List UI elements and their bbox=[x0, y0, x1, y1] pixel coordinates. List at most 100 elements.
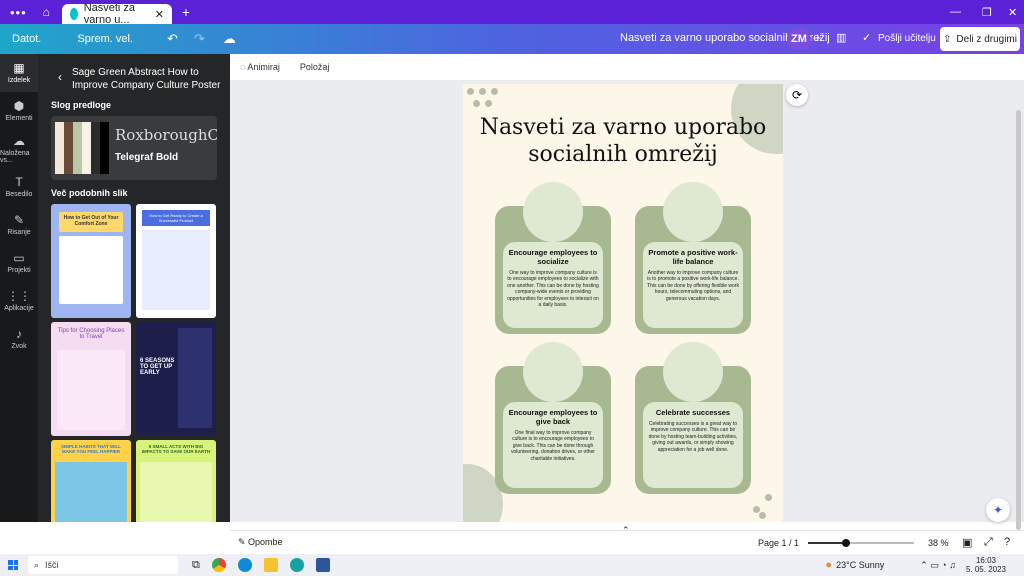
cloud-save-icon[interactable]: ☁ bbox=[223, 31, 236, 47]
animate-button[interactable]: ◌ Animiraj bbox=[240, 62, 280, 72]
zoom-slider[interactable] bbox=[808, 539, 914, 547]
template-thumbnail[interactable]: 5 SMALL ACTS WITH BIG IMPACTS TO SAVE OU… bbox=[136, 440, 216, 522]
color-swatch bbox=[73, 122, 82, 174]
poster-card[interactable]: Encourage employees to give back One fin… bbox=[495, 342, 611, 494]
scrollbar[interactable] bbox=[1016, 110, 1021, 530]
send-teacher-button[interactable]: Pošlji učitelju bbox=[878, 33, 936, 44]
help-icon[interactable]: ? bbox=[1004, 536, 1010, 548]
rail-item-apps[interactable]: ⋮⋮ Aplikacije bbox=[0, 282, 38, 320]
file-menu[interactable]: Datot. bbox=[0, 33, 53, 45]
notes-button[interactable]: ✎ Opombe bbox=[238, 537, 283, 548]
windows-start-icon[interactable] bbox=[8, 560, 18, 570]
poster-card[interactable]: Promote a positive work-life balance Ano… bbox=[635, 182, 751, 334]
rail-item-projects[interactable]: ▭ Projekti bbox=[0, 244, 38, 282]
share-icon: ⇪ bbox=[943, 33, 952, 45]
window-close-icon[interactable]: ✕ bbox=[1008, 6, 1017, 19]
animate-label: Animiraj bbox=[247, 62, 280, 72]
clock-date: 5. 05. 2023 bbox=[965, 565, 1006, 574]
rail-item-elements[interactable]: ⬢ Elementi bbox=[0, 92, 38, 130]
music-icon: ♪ bbox=[16, 327, 22, 341]
card-inner: Celebrate successes Celebrating successe… bbox=[643, 402, 743, 488]
task-view-icon[interactable]: ⧉ bbox=[192, 559, 200, 572]
weather-text[interactable]: 23°C Sunny bbox=[836, 560, 884, 570]
redo-icon[interactable]: ↷ bbox=[194, 31, 205, 47]
page-indicator[interactable]: Page 1 / 1 bbox=[758, 538, 799, 548]
card-heading: Celebrate successes bbox=[655, 408, 731, 417]
template-thumbnail[interactable]: 6 SEASONS TO GET UP EARLY bbox=[136, 322, 216, 436]
card-body: One final way to improve company culture… bbox=[511, 430, 595, 462]
template-thumbnail[interactable]: Tips for Choosing Places to Travel bbox=[51, 322, 131, 436]
taskbar-search[interactable]: ⌕ Išči bbox=[28, 556, 178, 574]
refresh-icon[interactable]: ⟳ bbox=[786, 84, 808, 106]
side-rail: ▦ Izdelek ⬢ Elementi ☁ Naložena vs... T … bbox=[0, 54, 38, 522]
card-inner: Promote a positive work-life balance Ano… bbox=[643, 242, 743, 328]
style-preset[interactable]: RoxboroughC Telegraf Bold bbox=[51, 116, 217, 180]
weather-icon: ● bbox=[825, 559, 833, 571]
clock-time: 16:03 bbox=[975, 556, 996, 565]
chrome-icon[interactable] bbox=[211, 558, 226, 572]
clock[interactable]: 16:03 5. 05. 2023 bbox=[966, 556, 1006, 574]
decor-dot bbox=[491, 88, 498, 95]
template-panel: ‹ Sage Green Abstract How to Improve Com… bbox=[38, 54, 230, 522]
card-body: Another way to improve company culture i… bbox=[647, 270, 739, 302]
home-icon[interactable]: ⌂ bbox=[43, 5, 50, 19]
page-handle-icon[interactable]: ⌃ bbox=[622, 525, 630, 536]
tray-icons[interactable]: ⌃ ▭ ◔ ♫ bbox=[920, 560, 956, 571]
close-icon[interactable]: ✕ bbox=[155, 8, 164, 21]
back-chevron-icon[interactable]: ‹ bbox=[58, 70, 62, 84]
rail-item-uploads[interactable]: ☁ Naložena vs... bbox=[0, 130, 38, 168]
poster-page[interactable]: Nasveti za varno uporabo socialnih omrež… bbox=[463, 84, 783, 522]
font-preview-main: RoxboroughC bbox=[115, 126, 217, 144]
style-heading: Slog predloge bbox=[51, 100, 112, 110]
menu-dots-icon[interactable]: ••• bbox=[10, 5, 27, 20]
rail-item-draw[interactable]: ✎ Risanje bbox=[0, 206, 38, 244]
undo-icon[interactable]: ↶ bbox=[167, 31, 178, 47]
browser-tab[interactable]: Nasveti za varno u... ✕ bbox=[61, 2, 172, 26]
word-icon[interactable] bbox=[315, 558, 330, 572]
search-placeholder: Išči bbox=[45, 560, 59, 570]
color-swatch bbox=[55, 122, 64, 174]
maximize-icon[interactable]: ❐ bbox=[982, 6, 992, 19]
color-swatch bbox=[82, 122, 91, 174]
color-swatch bbox=[64, 122, 73, 174]
resize-menu[interactable]: Sprem. vel. bbox=[65, 33, 145, 45]
file-explorer-icon[interactable] bbox=[263, 558, 278, 572]
card-heading: Encourage employees to give back bbox=[508, 408, 598, 426]
poster-card[interactable]: Encourage employees to socialize One way… bbox=[495, 182, 611, 334]
new-tab-button[interactable]: + bbox=[182, 4, 190, 20]
font-preview-sub: Telegraf Bold bbox=[115, 152, 179, 163]
zoom-slider-thumb[interactable] bbox=[841, 539, 850, 547]
template-thumbnail[interactable]: How to Get Ready to Create a Successful … bbox=[136, 204, 216, 318]
template-thumbnail[interactable]: How to Get Out of Your Comfort Zone bbox=[51, 204, 131, 318]
rail-item-audio[interactable]: ♪ Zvok bbox=[0, 320, 38, 358]
thumbnail-title: How to Get Ready to Create a Successful … bbox=[142, 210, 210, 226]
edge-canva-icon[interactable] bbox=[289, 558, 304, 572]
rail-item-text[interactable]: T Besedilo bbox=[0, 168, 38, 206]
pages-grid-icon[interactable]: ▣ bbox=[962, 536, 972, 549]
shapes-icon: ⬢ bbox=[13, 99, 25, 113]
zoom-value[interactable]: 38 % bbox=[928, 538, 949, 548]
card-circle bbox=[523, 182, 583, 242]
avatar[interactable]: ZM bbox=[787, 28, 811, 50]
thumbnail-title: 5 SMALL ACTS WITH BIG IMPACTS TO SAVE OU… bbox=[141, 444, 211, 454]
position-button[interactable]: Položaj bbox=[300, 62, 330, 72]
search-icon: ⌕ bbox=[34, 559, 40, 570]
thumbnail-body bbox=[178, 328, 212, 428]
template-thumbnail[interactable]: SIMPLE HABITS THAT WILL MAKE YOU FEEL HA… bbox=[51, 440, 131, 522]
add-collaborator-icon[interactable]: + bbox=[814, 30, 822, 45]
decor-dot bbox=[765, 494, 772, 501]
rail-item-design[interactable]: ▦ Izdelek bbox=[0, 54, 38, 92]
poster-card[interactable]: Celebrate successes Celebrating successe… bbox=[635, 342, 751, 494]
poster-title[interactable]: Nasveti za varno uporabo socialnih omrež… bbox=[463, 114, 783, 168]
color-swatch bbox=[91, 122, 100, 174]
card-body: Celebrating successes is a great way to … bbox=[648, 421, 738, 453]
edge-icon[interactable] bbox=[237, 558, 252, 572]
minimize-icon[interactable]: — bbox=[950, 6, 961, 18]
thumbnail-title: How to Get Out of Your Comfort Zone bbox=[59, 212, 123, 232]
insights-icon[interactable]: ▥ bbox=[836, 31, 846, 44]
pen-icon: ✎ bbox=[13, 213, 25, 227]
share-button[interactable]: ⇪ Deli z drugimi bbox=[940, 27, 1020, 51]
rail-label: Zvok bbox=[11, 343, 27, 350]
fullscreen-icon[interactable]: ⤢ bbox=[984, 536, 993, 549]
magic-assist-icon[interactable]: ✦ bbox=[986, 498, 1010, 522]
